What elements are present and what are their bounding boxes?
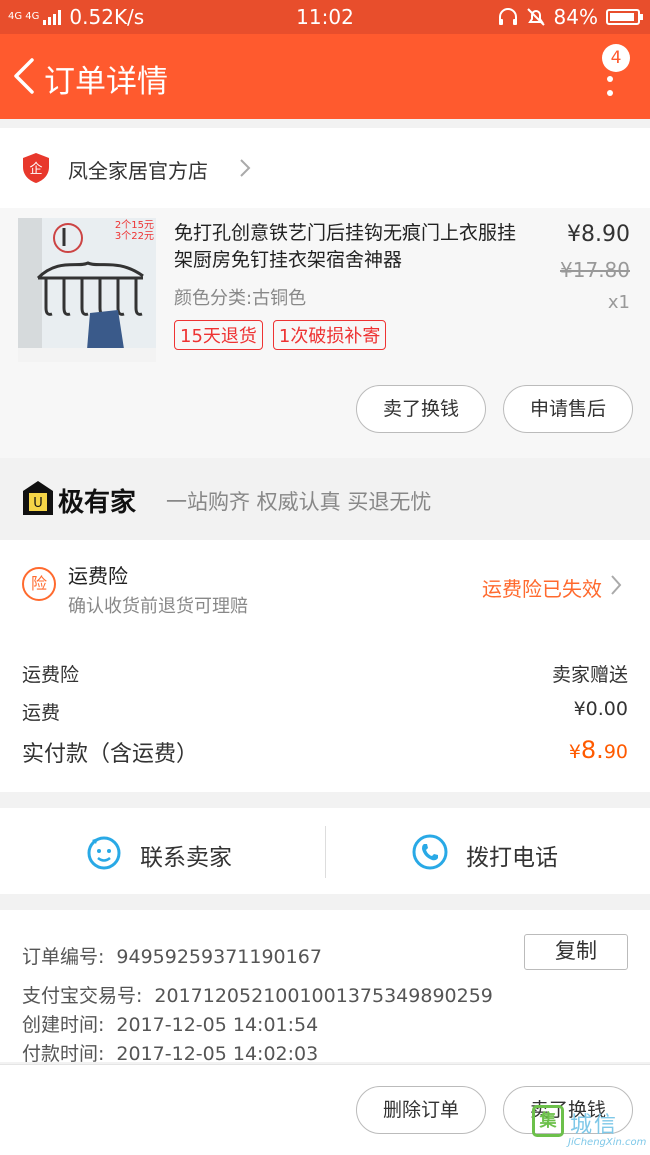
chevron-right-icon	[611, 575, 622, 595]
site-watermark: 集 城信 JiChengXin.com	[532, 1105, 647, 1151]
order-info: 订单编号: 94959259371190167 复制 支付宝交易号: 2017120…	[0, 910, 650, 1065]
svg-text:U: U	[33, 496, 43, 511]
payment-summary: 运费险 卖家赠送 运费 ¥0.00 实付款（含运费） ¥8.90	[0, 640, 650, 792]
jiyoujia-brand: 极有家	[58, 488, 137, 518]
contact-seller-label: 联系卖家	[140, 845, 232, 871]
summary-label: 运费	[22, 702, 61, 724]
contact-bar: 联系卖家 拨打电话	[0, 808, 650, 894]
svg-text:企: 企	[29, 161, 42, 177]
paid-time-label: 付款时间:	[22, 1043, 105, 1065]
insurance-title: 运费险	[68, 564, 128, 588]
status-right: 84%	[498, 5, 643, 29]
total-row: 实付款（含运费） ¥8.90	[22, 736, 628, 768]
more-dot-icon	[607, 90, 613, 96]
order-item[interactable]: 2个15元 3个22元 免打孔创意铁艺门后挂钩无痕门上衣服挂架厨房免钉挂衣架宿舍…	[0, 208, 650, 458]
created-time-row: 创建时间: 2017-12-05 14:01:54	[22, 1010, 318, 1037]
battery-percent: 84%	[553, 5, 598, 29]
insurance-status[interactable]: 运费险已失效	[482, 573, 602, 602]
alipay-number-label: 支付宝交易号:	[22, 985, 143, 1007]
paid-time: 2017-12-05 14:02:03	[116, 1043, 319, 1065]
summary-value: 卖家赠送	[551, 664, 628, 686]
created-time-label: 创建时间:	[22, 1014, 105, 1036]
total-decimal: 90	[603, 741, 628, 763]
insurance-icon: 险	[22, 567, 56, 601]
insurance-subtitle: 确认收货前退货可理赔	[68, 596, 248, 617]
alipay-number: 2017120521001001375349890259	[154, 985, 493, 1007]
summary-row: 运费险 卖家赠送	[22, 660, 628, 687]
promo-line: 2个15元	[114, 220, 154, 231]
quantity: x1	[607, 292, 630, 313]
order-number-row: 订单编号: 94959259371190167	[22, 942, 322, 969]
service-tag: 15天退货	[174, 320, 263, 350]
total-currency: ¥	[568, 741, 581, 763]
total-integer: 8.	[580, 736, 604, 764]
chevron-right-icon	[240, 159, 251, 177]
product-title[interactable]: 免打孔创意铁艺门后挂钩无痕门上衣服挂架厨房免钉挂衣架宿舍神器	[174, 220, 526, 274]
paid-time-row: 付款时间: 2017-12-05 14:02:03	[22, 1039, 318, 1066]
shop-badge-icon: 企	[23, 153, 49, 183]
summary-value: ¥0.00	[573, 698, 628, 720]
contact-seller-button[interactable]: 联系卖家	[0, 808, 325, 894]
created-time: 2017-12-05 14:01:54	[116, 1014, 319, 1036]
summary-label: 运费险	[22, 664, 80, 686]
total-label: 实付款（含运费）	[22, 742, 199, 767]
back-arrow-icon[interactable]	[10, 56, 40, 96]
product-thumbnail[interactable]: 2个15元 3个22元	[18, 218, 156, 362]
alipay-number-row: 支付宝交易号: 2017120521001001375349890259	[22, 981, 493, 1008]
call-phone-button[interactable]: 拨打电话	[326, 808, 650, 894]
copy-order-number-button[interactable]: 复制	[524, 934, 628, 970]
headphones-icon	[498, 8, 517, 25]
delete-order-button[interactable]: 删除订单	[356, 1086, 486, 1134]
order-number: 94959259371190167	[116, 946, 322, 968]
service-tag: 1次破损补寄	[272, 320, 387, 350]
after-sales-button[interactable]: 申请售后	[503, 385, 633, 433]
battery-icon	[606, 9, 643, 25]
nav-bar: 订单详情 4	[0, 34, 650, 119]
mute-bell-icon	[526, 8, 545, 26]
jiyoujia-logo-icon: U	[23, 481, 53, 515]
image-promo-text: 2个15元 3个22元	[115, 220, 154, 242]
watermark-text: 城信	[570, 1113, 619, 1138]
phone-icon	[412, 834, 448, 870]
unit-price: ¥8.90	[567, 222, 630, 247]
page-title: 订单详情	[44, 64, 168, 100]
summary-row: 运费 ¥0.00	[22, 698, 628, 725]
order-number-label: 订单编号:	[22, 946, 105, 968]
watermark-url: JiChengXin.com	[568, 1137, 647, 1148]
original-price: ¥17.80	[560, 258, 630, 282]
service-tags: 15天退货 1次破损补寄	[174, 320, 387, 350]
status-bar: 4G 4G 0.52K/s 11:02 84%	[0, 0, 650, 34]
call-phone-label: 拨打电话	[466, 845, 558, 871]
shop-row[interactable]: 企 凤全家居官方店	[0, 128, 650, 208]
sell-for-cash-button[interactable]: 卖了换钱	[356, 385, 486, 433]
total-amount: ¥8.90	[569, 736, 628, 764]
jiyoujia-banner[interactable]: U 极有家 一站购齐 权威认真 买退无忧	[0, 458, 650, 540]
jiyoujia-slogan: 一站购齐 权威认真 买退无忧	[166, 490, 432, 514]
product-sku: 颜色分类:古铜色	[174, 288, 307, 309]
more-dot-icon	[607, 76, 613, 82]
shipping-insurance-row[interactable]: 险 运费险 确认收货前退货可理赔 运费险已失效	[0, 540, 650, 640]
shop-name[interactable]: 凤全家居官方店	[68, 155, 208, 184]
chat-face-icon	[87, 836, 121, 870]
watermark-logo: 集	[532, 1105, 564, 1137]
promo-line: 3个22元	[114, 231, 154, 242]
message-count-badge[interactable]: 4	[602, 44, 630, 72]
